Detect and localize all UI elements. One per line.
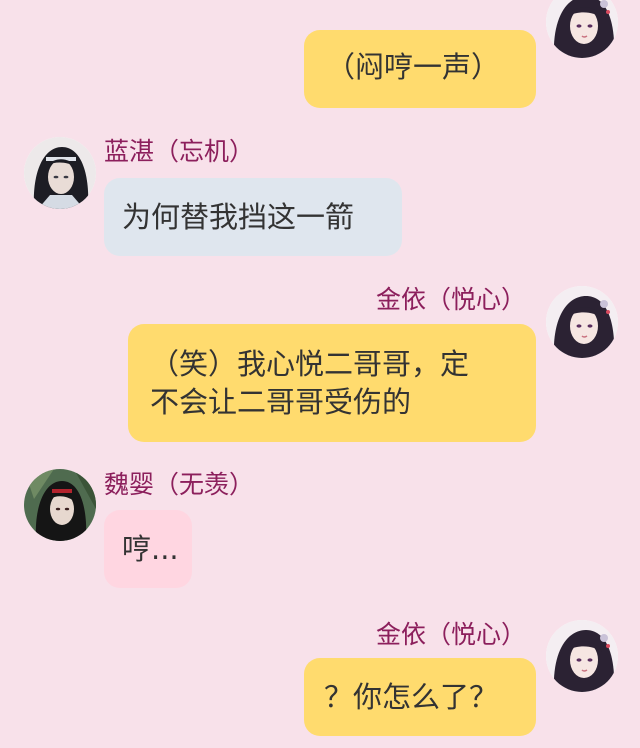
message-text: （闷哼一声） xyxy=(326,50,501,84)
lanzhan-avatar-icon xyxy=(24,137,96,209)
sender-avatar[interactable] xyxy=(546,286,618,358)
female-avatar-icon xyxy=(546,620,618,692)
message-text: ？你怎么了？ xyxy=(324,680,499,714)
weiying-avatar-icon xyxy=(24,469,96,541)
sender-name: 金依（悦心） xyxy=(376,285,527,314)
message-bubble[interactable]: 为何替我挡这一箭 xyxy=(104,178,402,256)
sender-name: 金依（悦心） xyxy=(376,620,527,649)
sender-avatar[interactable] xyxy=(546,620,618,692)
sender-avatar[interactable] xyxy=(24,469,96,541)
message-text: 哼... xyxy=(122,532,179,566)
message-bubble[interactable]: ？你怎么了？ xyxy=(304,658,536,736)
message-text-line: （笑）我心悦二哥哥，定 xyxy=(150,347,470,381)
message-bubble[interactable]: 哼... xyxy=(104,510,192,588)
sender-name: 蓝湛（忘机） xyxy=(104,137,255,166)
female-avatar-icon xyxy=(546,286,618,358)
message-bubble[interactable]: （闷哼一声） xyxy=(304,30,536,108)
sender-name: 魏婴（无羡） xyxy=(104,470,255,499)
sender-avatar[interactable] xyxy=(24,137,96,209)
sender-avatar[interactable] xyxy=(546,0,618,58)
message-bubble[interactable]: （笑）我心悦二哥哥，定 不会让二哥哥受伤的 xyxy=(128,324,536,442)
female-avatar-icon xyxy=(546,0,618,58)
message-text: 为何替我挡这一箭 xyxy=(122,200,355,234)
message-text-line: 不会让二哥哥受伤的 xyxy=(150,385,412,419)
